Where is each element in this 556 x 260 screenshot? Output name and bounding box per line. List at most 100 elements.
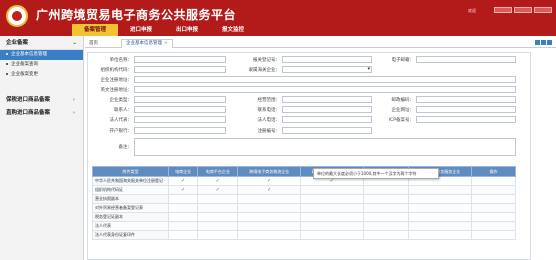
validation-tooltip: 单位的最大长度必须小于1000,其中一个汉字为两个字符 bbox=[313, 168, 439, 179]
topnav-tab-monitor[interactable]: 报文监控 bbox=[210, 24, 256, 36]
operation-cell[interactable] bbox=[471, 230, 516, 240]
requirement-cell bbox=[362, 203, 410, 213]
requirement-cell bbox=[197, 194, 239, 204]
eng-address-field[interactable] bbox=[134, 86, 516, 93]
requirement-cell bbox=[300, 230, 364, 240]
tab-bar: 首页 企业基本信息管理 × bbox=[85, 38, 556, 48]
label-bank: 开户银行： bbox=[109, 129, 133, 134]
table-row: 营业执照副本 bbox=[92, 194, 516, 204]
top-nav: 备案管理 进口申报 出口申报 报文监控 bbox=[72, 24, 256, 36]
header-button[interactable] bbox=[514, 7, 532, 13]
reg-no-field[interactable] bbox=[282, 127, 372, 134]
table-row: 法人代表 bbox=[92, 221, 516, 231]
requirement-cell bbox=[167, 212, 199, 222]
operation-cell[interactable] bbox=[471, 203, 516, 213]
requirement-cell bbox=[197, 203, 239, 213]
label-customs-area: 隶属海关企业： bbox=[248, 68, 281, 73]
label-remark: 备注： bbox=[118, 145, 133, 150]
contact-field[interactable] bbox=[134, 106, 226, 113]
sidebar-group-bonded[interactable]: 保税进口商品备案 › bbox=[0, 94, 83, 107]
bullet-icon bbox=[6, 62, 8, 65]
label-email: 电子邮箱： bbox=[391, 58, 415, 63]
requirement-cell bbox=[300, 221, 364, 231]
requirement-cell bbox=[300, 212, 364, 222]
tab-controls bbox=[535, 40, 552, 45]
customs-area-select[interactable] bbox=[282, 66, 372, 73]
requirement-cell bbox=[408, 194, 472, 204]
requirement-cell bbox=[237, 194, 302, 204]
close-icon[interactable]: × bbox=[164, 41, 168, 46]
sidebar-item-label: 企业基本信息管理 bbox=[11, 52, 47, 57]
tab-home[interactable]: 首页 bbox=[89, 40, 98, 46]
requirement-cell bbox=[408, 203, 472, 213]
remark-textarea[interactable] bbox=[134, 138, 516, 156]
header-button[interactable] bbox=[494, 7, 512, 13]
requirement-cell bbox=[237, 212, 302, 222]
chevron-right-icon: › bbox=[72, 110, 75, 116]
requirement-cell bbox=[167, 230, 199, 240]
operation-cell[interactable] bbox=[471, 176, 516, 186]
scope-field[interactable] bbox=[282, 96, 372, 103]
table-row: 对外贸易经营者备案登记表 bbox=[92, 203, 516, 213]
tab-menu-icon[interactable] bbox=[547, 40, 552, 45]
header-actions bbox=[494, 7, 552, 13]
postcode-field[interactable] bbox=[416, 96, 516, 103]
label-reg-address: 企业注册地址： bbox=[100, 78, 133, 83]
check-icon: ✓ bbox=[267, 187, 272, 193]
legal-phone-field[interactable] bbox=[282, 116, 372, 123]
tab-prev-icon[interactable] bbox=[535, 40, 540, 45]
topnav-tab-import[interactable]: 进口申报 bbox=[118, 24, 164, 36]
sidebar-item-query[interactable]: 企业备案查询 bbox=[0, 60, 83, 70]
label-ent-type: 企业类型： bbox=[109, 98, 133, 103]
label-contact: 联系人： bbox=[114, 108, 132, 113]
requirement-cell bbox=[167, 221, 199, 231]
bank-field[interactable] bbox=[134, 127, 226, 134]
check-icon: ✓ bbox=[215, 178, 220, 184]
sidebar-group-direct[interactable]: 直购进口商品备案 › bbox=[0, 107, 83, 120]
operation-cell[interactable] bbox=[471, 194, 516, 204]
requirement-cell bbox=[197, 212, 239, 222]
sidebar-group-label: 直购进口商品备案 bbox=[6, 110, 51, 116]
sidebar-item-change[interactable]: 企业备案变更 bbox=[0, 70, 83, 80]
icp-field[interactable] bbox=[416, 116, 516, 123]
requirement-cell: ✓ bbox=[197, 185, 239, 195]
label-web: 企业网址： bbox=[391, 108, 415, 113]
operation-cell[interactable] bbox=[471, 212, 516, 222]
reg-address-field[interactable] bbox=[134, 76, 516, 83]
app-title: 广州跨境贸易电子商务公共服务平台 bbox=[36, 8, 237, 22]
label-legal: 法人代表： bbox=[109, 118, 133, 123]
customs-reg-field[interactable] bbox=[282, 56, 372, 63]
requirement-cell bbox=[167, 194, 199, 204]
tab-next-icon[interactable] bbox=[541, 40, 546, 45]
requirement-cell bbox=[408, 230, 472, 240]
ent-type-field[interactable] bbox=[134, 96, 226, 103]
org-code-field[interactable] bbox=[134, 66, 226, 73]
user-greeting: 欢迎 bbox=[468, 8, 476, 13]
operation-cell[interactable] bbox=[471, 185, 516, 195]
logo-icon bbox=[6, 5, 28, 27]
web-field[interactable] bbox=[416, 106, 516, 113]
requirement-cell bbox=[300, 185, 364, 195]
tab-enterprise-info[interactable]: 企业基本信息管理 × bbox=[121, 39, 173, 48]
app-header: 广州跨境贸易电子商务公共服务平台 欢迎 备案管理 进口申报 出口申报 报文监控 bbox=[0, 0, 556, 36]
topnav-tab-export[interactable]: 出口申报 bbox=[164, 24, 210, 36]
operation-cell[interactable] bbox=[471, 221, 516, 231]
phone-field[interactable] bbox=[282, 106, 372, 113]
email-field[interactable] bbox=[416, 56, 516, 63]
sidebar-group-enterprise[interactable]: 企业备案 ⌄ bbox=[0, 36, 83, 50]
label-postcode: 邮政编码： bbox=[391, 98, 415, 103]
requirement-cell bbox=[362, 212, 410, 222]
topnav-tab-filing[interactable]: 备案管理 bbox=[72, 24, 118, 36]
label-reg-no: 注册编号： bbox=[257, 129, 281, 134]
check-icon: ✓ bbox=[215, 187, 220, 193]
attachment-type-cell: 营业执照副本 bbox=[92, 194, 169, 204]
sidebar-item-basic-info[interactable]: 企业基本信息管理 bbox=[0, 50, 83, 60]
attachment-type-cell: 法人代表 bbox=[92, 221, 169, 231]
label-scope: 经营范围： bbox=[257, 98, 281, 103]
header-button[interactable] bbox=[534, 7, 552, 13]
name-field[interactable] bbox=[134, 56, 226, 63]
sidebar: 企业备案 ⌄ 企业基本信息管理 企业备案查询 企业备案变更 保税进口商品备案 › … bbox=[0, 36, 84, 260]
requirement-cell bbox=[362, 230, 410, 240]
legal-field[interactable] bbox=[134, 116, 226, 123]
label-eng-address: 英文注册地址： bbox=[100, 88, 133, 93]
